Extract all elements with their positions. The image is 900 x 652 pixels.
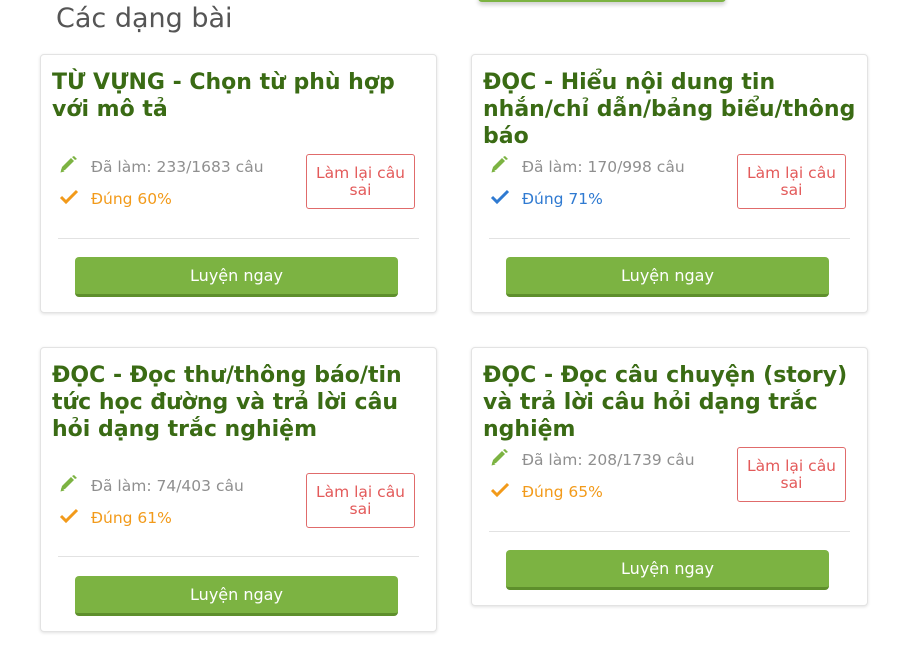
pencil-icon bbox=[59, 475, 81, 498]
done-count: Đã làm: 233/1683 câu bbox=[59, 156, 264, 179]
correct-text: Đúng 65% bbox=[522, 483, 603, 501]
correct-rate: Đúng 60% bbox=[59, 189, 172, 210]
card-divider bbox=[489, 531, 850, 532]
practice-now-button[interactable]: Luyện ngay bbox=[75, 257, 398, 297]
practice-now-button[interactable]: Luyện ngay bbox=[506, 257, 829, 297]
exercise-card: ĐỌC - Hiểu nội dung tin nhắn/chỉ dẫn/bản… bbox=[471, 54, 868, 313]
checkmark-icon bbox=[490, 482, 512, 503]
practice-now-button[interactable]: Luyện ngay bbox=[75, 576, 398, 616]
correct-rate: Đúng 65% bbox=[490, 482, 603, 503]
correct-text: Đúng 61% bbox=[91, 509, 172, 527]
exercise-card: ĐỌC - Đọc câu chuyện (story) và trả lời … bbox=[471, 347, 868, 606]
card-title: ĐỌC - Đọc câu chuyện (story) và trả lời … bbox=[483, 363, 848, 442]
correct-rate: Đúng 61% bbox=[59, 508, 172, 529]
top-green-bar bbox=[478, 0, 726, 2]
done-text: Đã làm: 74/403 câu bbox=[91, 477, 244, 495]
correct-text: Đúng 71% bbox=[522, 190, 603, 208]
done-text: Đã làm: 170/998 câu bbox=[522, 158, 685, 176]
practice-now-button[interactable]: Luyện ngay bbox=[506, 550, 829, 590]
exercise-card: TỪ VỰNG - Chọn từ phù hợp với mô tả Đã l… bbox=[40, 54, 437, 313]
exercise-card: ĐỌC - Đọc thư/thông báo/tin tức học đườn… bbox=[40, 347, 437, 632]
redo-wrong-button[interactable]: Làm lại câu sai bbox=[737, 447, 846, 502]
correct-text: Đúng 60% bbox=[91, 190, 172, 208]
card-title: ĐỌC - Hiểu nội dung tin nhắn/chỉ dẫn/bản… bbox=[483, 70, 856, 149]
done-text: Đã làm: 208/1739 câu bbox=[522, 451, 695, 469]
redo-wrong-button[interactable]: Làm lại câu sai bbox=[306, 473, 415, 528]
done-count: Đã làm: 170/998 câu bbox=[490, 156, 685, 179]
card-title: TỪ VỰNG - Chọn từ phù hợp với mô tả bbox=[52, 70, 395, 122]
card-divider bbox=[58, 238, 419, 239]
correct-rate: Đúng 71% bbox=[490, 189, 603, 210]
card-divider bbox=[489, 238, 850, 239]
section-title: Các dạng bài bbox=[56, 3, 233, 34]
checkmark-icon bbox=[59, 189, 81, 210]
done-count: Đã làm: 74/403 câu bbox=[59, 475, 244, 498]
redo-wrong-button[interactable]: Làm lại câu sai bbox=[737, 154, 846, 209]
checkmark-icon bbox=[490, 189, 512, 210]
checkmark-icon bbox=[59, 508, 81, 529]
card-divider bbox=[58, 556, 419, 557]
card-title: ĐỌC - Đọc thư/thông báo/tin tức học đườn… bbox=[52, 363, 402, 442]
done-count: Đã làm: 208/1739 câu bbox=[490, 449, 695, 472]
redo-wrong-button[interactable]: Làm lại câu sai bbox=[306, 154, 415, 209]
done-text: Đã làm: 233/1683 câu bbox=[91, 158, 264, 176]
pencil-icon bbox=[59, 156, 81, 179]
pencil-icon bbox=[490, 156, 512, 179]
pencil-icon bbox=[490, 449, 512, 472]
